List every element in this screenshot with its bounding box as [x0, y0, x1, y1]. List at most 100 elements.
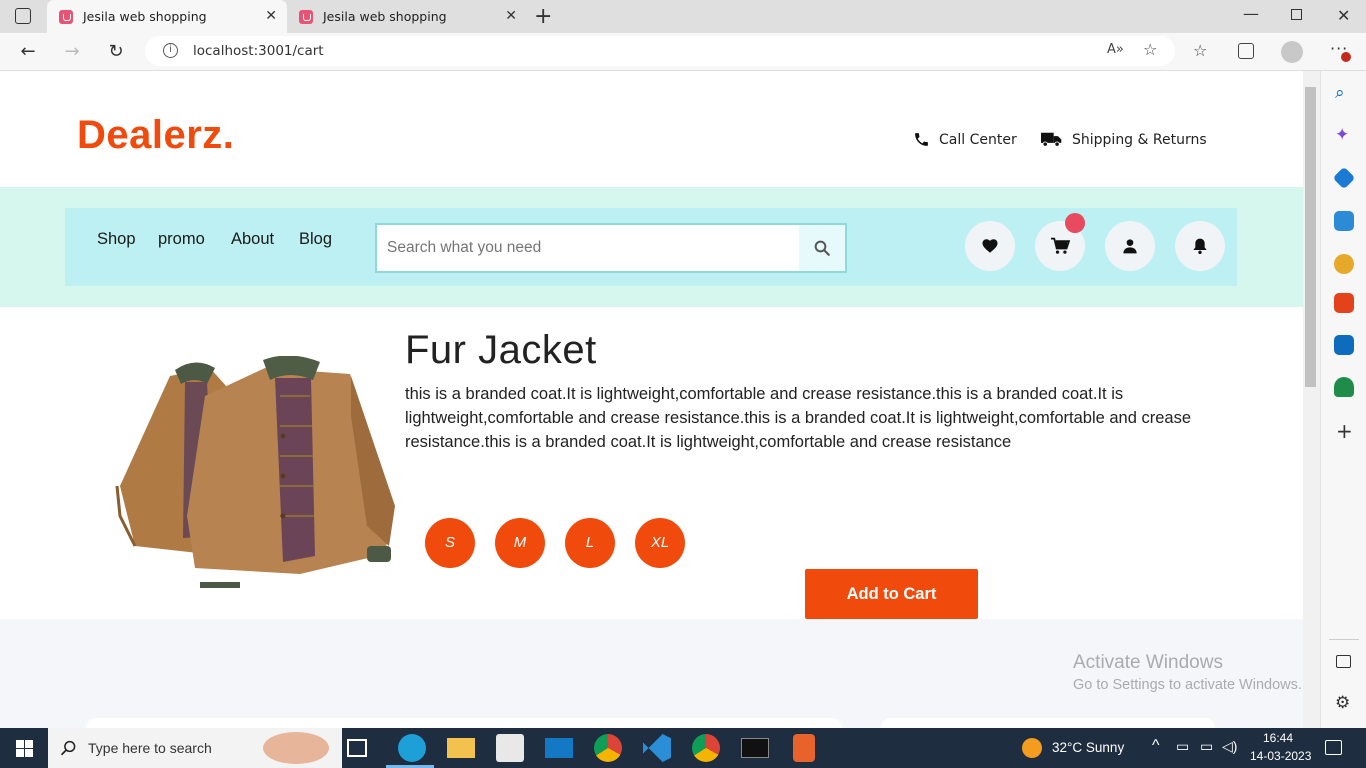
- activation-watermark-text: Go to Settings to activate Windows.: [1073, 677, 1302, 693]
- tab-1[interactable]: Jesila web shopping ✕: [47, 0, 287, 33]
- search-icon: [814, 240, 830, 256]
- phone-icon: [915, 133, 928, 146]
- windows-taskbar: Type here to search 32°C Sunny ^ ▭ ▭ ◁) …: [0, 728, 1366, 768]
- games-icon[interactable]: [1334, 254, 1354, 274]
- size-option-xl[interactable]: XL: [635, 518, 685, 568]
- read-aloud-icon[interactable]: A»: [1107, 42, 1124, 57]
- terminal-icon[interactable]: [741, 738, 769, 758]
- page-scrollbar[interactable]: [1303, 71, 1320, 728]
- scrollbar-thumb[interactable]: [1305, 87, 1316, 387]
- site-favicon-icon: [59, 9, 73, 24]
- tab-actions-icon[interactable]: [15, 8, 31, 24]
- display-icon[interactable]: ▭: [1200, 738, 1213, 755]
- add-to-cart-button[interactable]: Add to Cart: [805, 569, 978, 619]
- menu-item-shop[interactable]: Shop: [97, 230, 136, 249]
- hide-sidebar-icon[interactable]: [1336, 655, 1351, 668]
- cart-icon: [1051, 237, 1070, 254]
- settings-gear-icon[interactable]: ⚙: [1335, 693, 1350, 713]
- tray-chevron-icon[interactable]: ^: [1152, 737, 1160, 755]
- mail-icon[interactable]: [545, 738, 573, 758]
- wishlist-button[interactable]: [965, 221, 1015, 271]
- tools-icon[interactable]: [1334, 211, 1354, 231]
- app-icon[interactable]: [793, 734, 815, 762]
- user-icon: [1123, 239, 1137, 254]
- windows-start-icon[interactable]: [16, 740, 33, 757]
- tab-2[interactable]: Jesila web shopping ✕: [287, 0, 527, 33]
- shipping-returns-link[interactable]: Shipping & Returns: [1041, 131, 1207, 148]
- clock-time[interactable]: 16:44: [1263, 731, 1293, 745]
- main-navigation: Shop promo About Blog: [65, 208, 1237, 286]
- taskbar-search[interactable]: Type here to search: [48, 728, 342, 768]
- address-bar[interactable]: i localhost:3001/cart A» ☆: [145, 36, 1175, 66]
- cart-badge: [1065, 213, 1085, 233]
- bell-icon: [1193, 238, 1207, 254]
- edge-taskbar-icon[interactable]: [398, 734, 426, 762]
- activation-watermark-title: Activate Windows: [1073, 652, 1223, 673]
- refresh-icon[interactable]: ↻: [105, 41, 127, 63]
- profile-avatar[interactable]: [1281, 41, 1303, 63]
- account-button[interactable]: [1105, 221, 1155, 271]
- new-tab-icon[interactable]: +: [534, 4, 552, 29]
- task-view-icon[interactable]: [347, 739, 367, 757]
- tree-icon[interactable]: [1334, 377, 1354, 397]
- weather-text[interactable]: 32°C Sunny: [1052, 740, 1124, 755]
- store-icon[interactable]: [496, 734, 524, 762]
- chrome-profile-icon[interactable]: [692, 734, 720, 762]
- office-icon[interactable]: [1334, 293, 1354, 313]
- heart-icon: [982, 239, 998, 253]
- notifications-button[interactable]: [1175, 221, 1225, 271]
- search-icon[interactable]: ⌕: [1335, 83, 1345, 103]
- back-icon[interactable]: ←: [17, 41, 39, 63]
- minimize-icon[interactable]: —: [1243, 4, 1259, 23]
- collections-icon[interactable]: [1238, 43, 1254, 59]
- add-sidebar-app-icon[interactable]: +: [1336, 419, 1353, 443]
- sidebar-divider: [1329, 639, 1359, 640]
- search-icon: [60, 740, 76, 756]
- search-input[interactable]: [377, 225, 799, 271]
- content-card: [86, 718, 842, 728]
- volume-icon[interactable]: ◁): [1222, 738, 1237, 755]
- menu-item-promo[interactable]: promo: [158, 230, 205, 249]
- vscode-icon[interactable]: [643, 734, 671, 762]
- chrome-icon[interactable]: [594, 734, 622, 762]
- close-tab-icon[interactable]: ✕: [505, 8, 517, 24]
- search-box: [375, 223, 847, 273]
- tab-1-title: Jesila web shopping: [83, 9, 207, 24]
- size-option-m[interactable]: M: [495, 518, 545, 568]
- product-description: this is a branded coat.It is lightweight…: [405, 385, 1192, 451]
- site-logo[interactable]: Dealerz.: [77, 113, 234, 158]
- network-icon[interactable]: ▭: [1176, 738, 1189, 755]
- size-option-s[interactable]: S: [425, 518, 475, 568]
- close-window-icon[interactable]: ✕: [1337, 6, 1350, 25]
- menu-item-blog[interactable]: Blog: [299, 230, 332, 249]
- shipping-returns-label: Shipping & Returns: [1072, 131, 1207, 148]
- search-button[interactable]: [799, 225, 845, 271]
- file-explorer-icon[interactable]: [447, 738, 475, 758]
- notification-center-icon[interactable]: [1325, 740, 1342, 755]
- close-tab-icon[interactable]: ✕: [265, 8, 277, 24]
- truck-icon: [1041, 132, 1062, 147]
- add-favorite-icon[interactable]: ☆: [1143, 40, 1157, 59]
- product-title: Fur Jacket: [405, 328, 597, 372]
- forward-icon[interactable]: →: [61, 41, 83, 63]
- tab-2-title: Jesila web shopping: [323, 9, 447, 24]
- restore-icon[interactable]: [1291, 9, 1302, 20]
- size-option-l[interactable]: L: [565, 518, 615, 568]
- clock-date[interactable]: 14-03-2023: [1250, 749, 1311, 763]
- call-center-link[interactable]: Call Center: [913, 131, 1017, 148]
- outlook-icon[interactable]: [1334, 335, 1354, 355]
- browser-toolbar: ← → ↻ i localhost:3001/cart A» ☆ ☆ ···: [0, 33, 1366, 71]
- site-info-icon[interactable]: i: [163, 43, 178, 58]
- edge-sidebar: ⌕ ✦ + ⚙: [1320, 71, 1366, 728]
- site-favicon-icon: [299, 9, 313, 24]
- search-highlight-image: [263, 732, 329, 764]
- product-image: [115, 356, 395, 588]
- notification-dot: [1341, 52, 1351, 62]
- menu-item-about[interactable]: About: [231, 230, 274, 249]
- browser-tab-bar: Jesila web shopping ✕ Jesila web shoppin…: [0, 0, 1366, 33]
- favorites-icon[interactable]: ☆: [1193, 41, 1207, 60]
- copilot-icon[interactable]: ✦: [1335, 125, 1349, 145]
- web-page: Dealerz. Call Center Shipping & Returns …: [0, 71, 1303, 728]
- shopping-tag-icon[interactable]: [1332, 166, 1356, 190]
- weather-sun-icon[interactable]: [1022, 738, 1042, 758]
